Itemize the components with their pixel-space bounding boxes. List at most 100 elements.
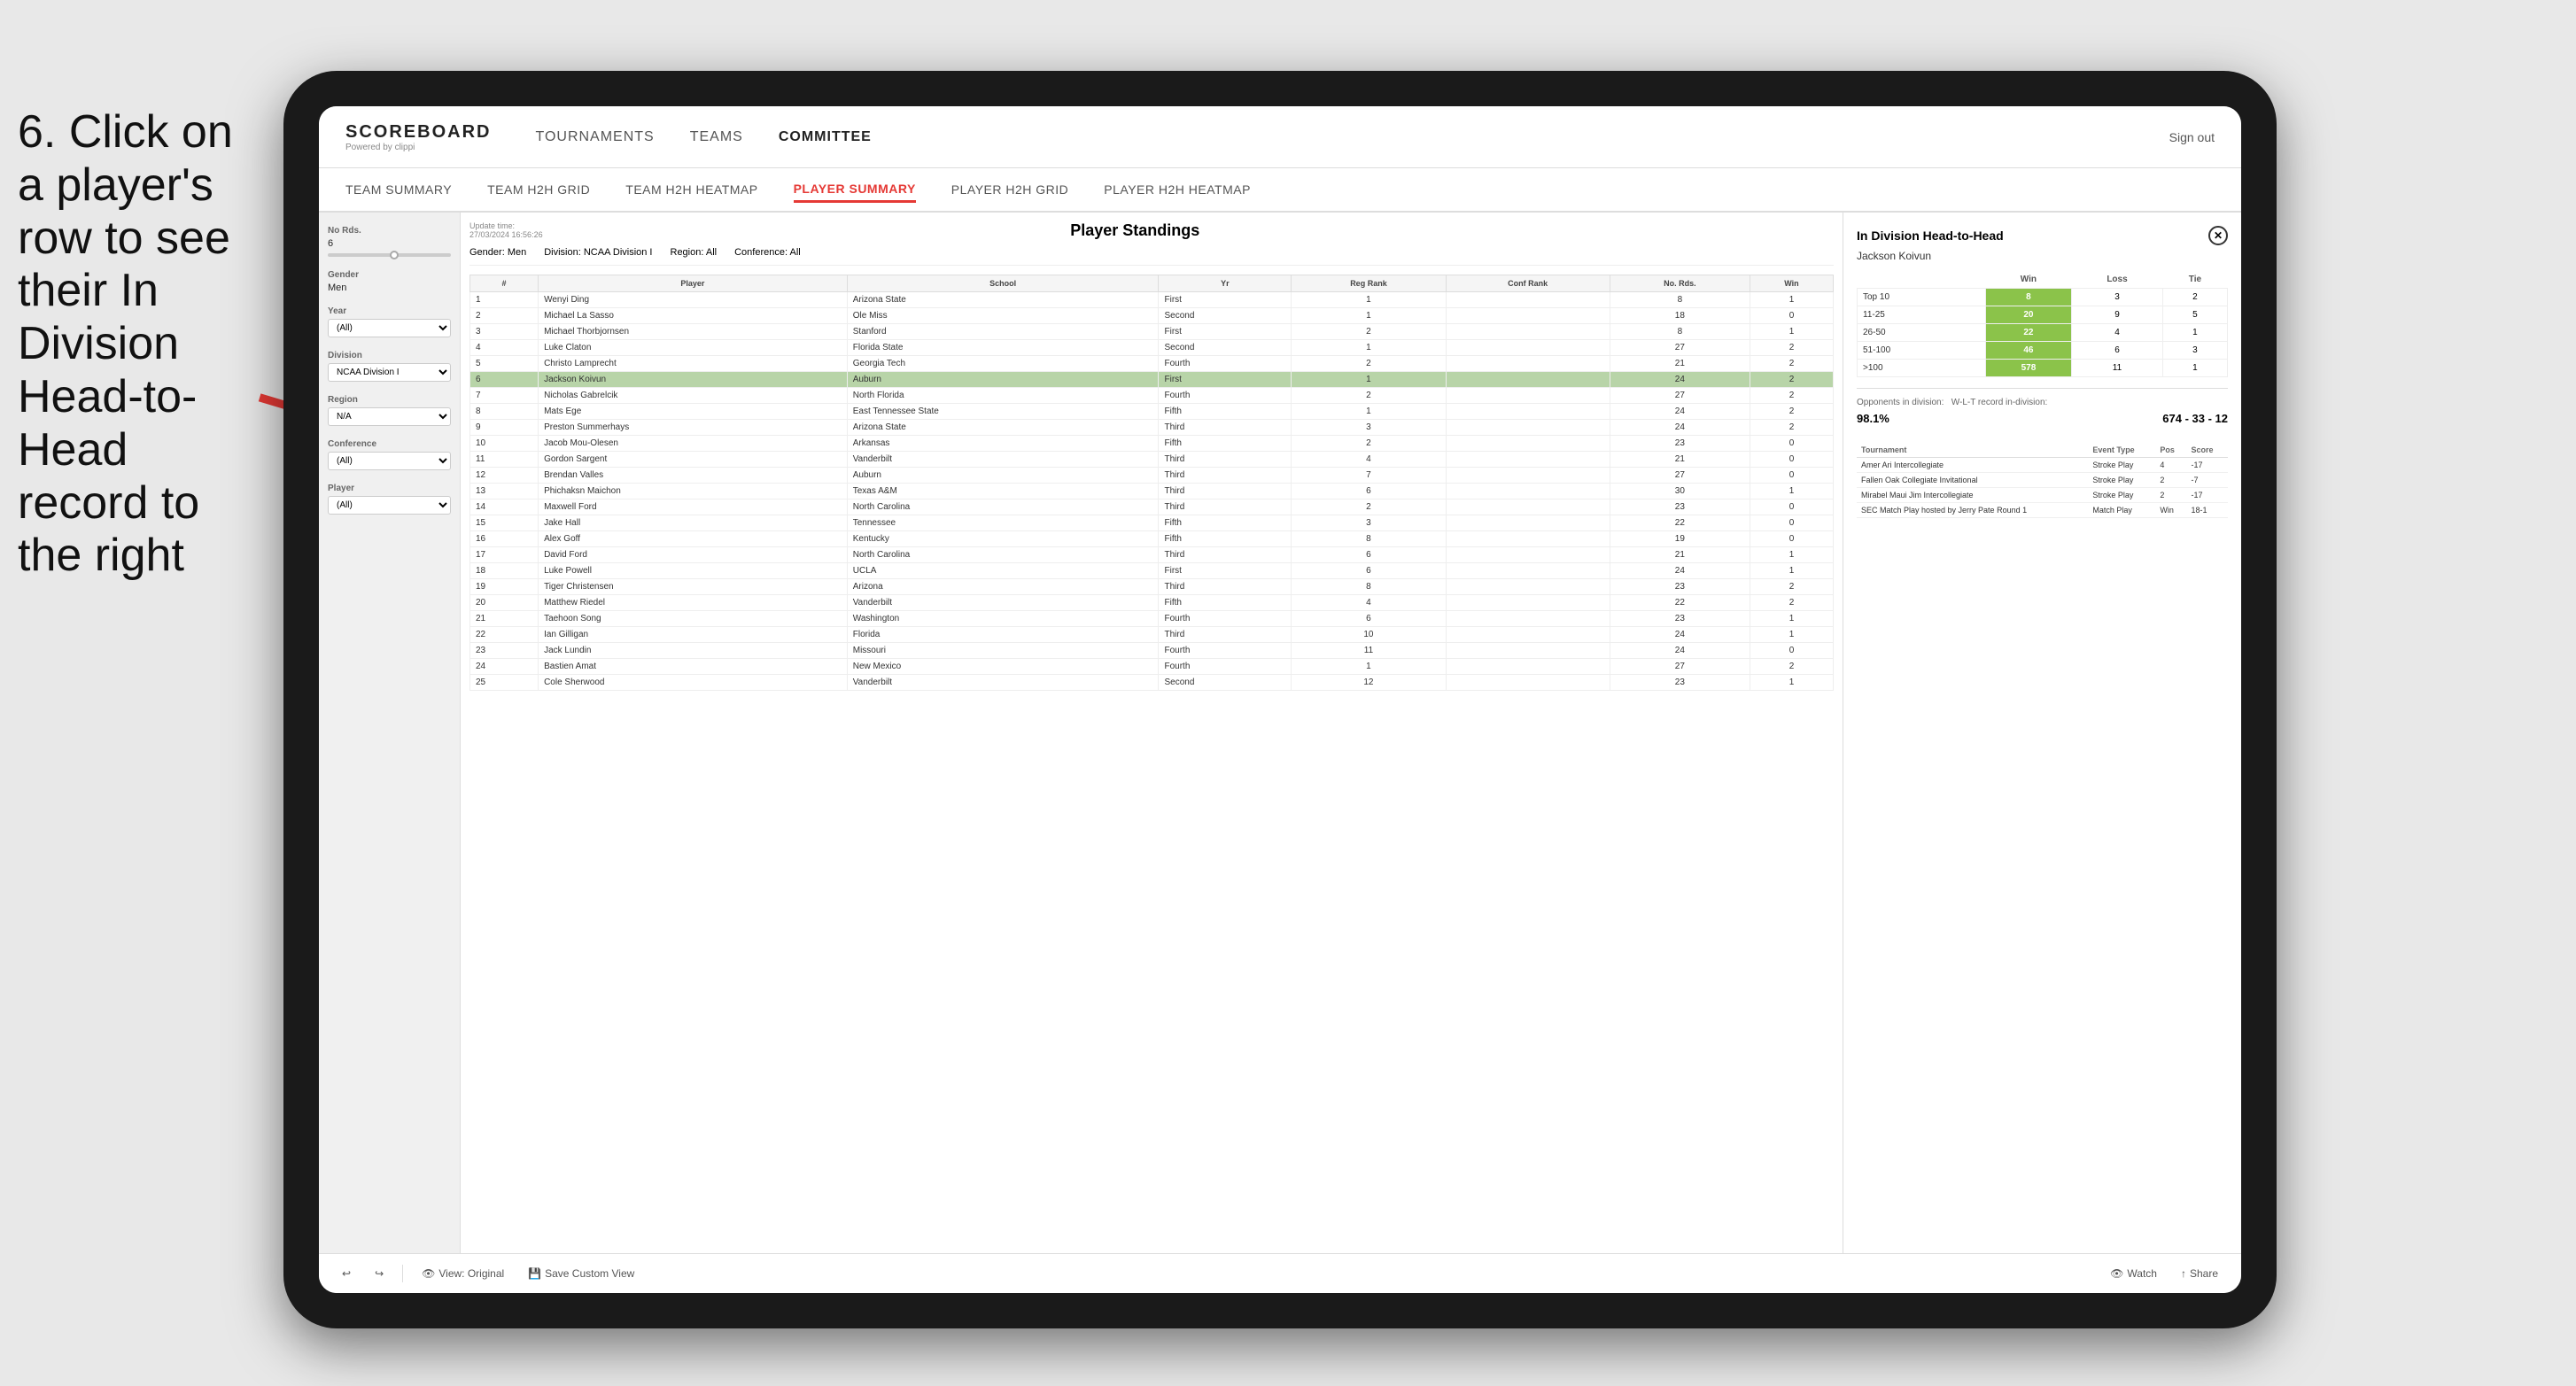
bottom-toolbar: ↩ ↪ 👁 View: Original 💾 Save Custom View … xyxy=(319,1253,2241,1293)
no-rds-label: No Rds. xyxy=(328,226,451,236)
no-rds-slider[interactable] xyxy=(328,253,451,257)
view-original-button[interactable]: 👁 View: Original xyxy=(416,1265,509,1282)
table-row[interactable]: 21 Taehoon Song Washington Fourth 6 23 1 xyxy=(470,611,1834,627)
table-row[interactable]: 19 Tiger Christensen Arizona Third 8 23 … xyxy=(470,579,1834,595)
conference-select[interactable]: (All) xyxy=(328,452,451,470)
subnav-team-summary[interactable]: TEAM SUMMARY xyxy=(345,178,452,201)
col-tournament: Tournament xyxy=(1857,443,2088,458)
standings-header: Update time: 27/03/2024 16:56:26 Player … xyxy=(469,221,1834,240)
sidebar-division: Division NCAA Division I xyxy=(328,351,451,382)
col-yr: Yr xyxy=(1159,275,1292,292)
table-row[interactable]: 11 Gordon Sargent Vanderbilt Third 4 21 … xyxy=(470,452,1834,468)
table-row[interactable]: 7 Nicholas Gabrelcik North Florida Fourt… xyxy=(470,388,1834,404)
sub-nav: TEAM SUMMARY TEAM H2H GRID TEAM H2H HEAT… xyxy=(319,168,2241,213)
subnav-team-h2h-grid[interactable]: TEAM H2H GRID xyxy=(487,178,590,201)
region-filter: Region: All xyxy=(671,247,718,258)
col-event-type: Event Type xyxy=(2088,443,2155,458)
h2h-rank-row: >100 578 11 1 xyxy=(1858,360,2228,377)
undo-button[interactable]: ↩ xyxy=(337,1265,356,1282)
region-select[interactable]: N/A xyxy=(328,407,451,426)
table-row[interactable]: 1 Wenyi Ding Arizona State First 1 8 1 xyxy=(470,292,1834,308)
save-custom-button[interactable]: 💾 Save Custom View xyxy=(523,1265,640,1282)
table-header-row: # Player School Yr Reg Rank Conf Rank No… xyxy=(470,275,1834,292)
filter-row: Gender: Men Division: NCAA Division I Re… xyxy=(469,247,1834,266)
table-row[interactable]: 16 Alex Goff Kentucky Fifth 8 19 0 xyxy=(470,531,1834,547)
instruction-text: 6. Click on a player's row to see their … xyxy=(0,89,257,600)
watch-button[interactable]: 👁 Watch xyxy=(2105,1265,2162,1282)
table-row[interactable]: 9 Preston Summerhays Arizona State Third… xyxy=(470,420,1834,436)
col-reg-rank: Reg Rank xyxy=(1292,275,1446,292)
division-filter: Division: NCAA Division I xyxy=(544,247,652,258)
h2h-player-name: Jackson Koivun xyxy=(1857,250,2228,262)
subnav-player-summary[interactable]: PLAYER SUMMARY xyxy=(794,177,916,203)
no-rds-value: 6 xyxy=(328,238,451,249)
opponents-label: Opponents in division: W-L-T record in-d… xyxy=(1857,398,2228,407)
tournaments-table: Tournament Event Type Pos Score Amer Ari… xyxy=(1857,443,2228,518)
tablet-frame: SCOREBOARD Powered by clippi TOURNAMENTS… xyxy=(283,71,2277,1328)
h2h-col-rank xyxy=(1858,271,1986,289)
gender-value: Men xyxy=(328,283,451,293)
standings-title: Player Standings xyxy=(543,221,1727,240)
tournament-row: Mirabel Maui Jim Intercollegiate Stroke … xyxy=(1857,488,2228,503)
table-row[interactable]: 17 David Ford North Carolina Third 6 21 … xyxy=(470,547,1834,563)
table-row[interactable]: 22 Ian Gilligan Florida Third 10 24 1 xyxy=(470,627,1834,643)
sidebar-year: Year (All) xyxy=(328,306,451,337)
table-row[interactable]: 24 Bastien Amat New Mexico Fourth 1 27 2 xyxy=(470,659,1834,675)
table-row[interactable]: 15 Jake Hall Tennessee Fifth 3 22 0 xyxy=(470,515,1834,531)
nav-items: TOURNAMENTS TEAMS COMMITTEE xyxy=(535,125,2169,150)
nav-committee[interactable]: COMMITTEE xyxy=(779,125,872,150)
h2h-pct: 98.1% xyxy=(1857,412,1889,425)
h2h-rank-table: Win Loss Tie Top 10 8 3 2 11-25 20 9 5 2… xyxy=(1857,271,2228,377)
table-row[interactable]: 23 Jack Lundin Missouri Fourth 11 24 0 xyxy=(470,643,1834,659)
table-row[interactable]: 8 Mats Ege East Tennessee State Fifth 1 … xyxy=(470,404,1834,420)
table-row[interactable]: 18 Luke Powell UCLA First 6 24 1 xyxy=(470,563,1834,579)
sign-out-button[interactable]: Sign out xyxy=(2169,130,2215,144)
table-row[interactable]: 3 Michael Thorbjornsen Stanford First 2 … xyxy=(470,324,1834,340)
nav-tournaments[interactable]: TOURNAMENTS xyxy=(535,125,654,150)
table-row[interactable]: 13 Phichaksn Maichon Texas A&M Third 6 3… xyxy=(470,484,1834,499)
subnav-team-h2h-heatmap[interactable]: TEAM H2H HEATMAP xyxy=(625,178,757,201)
year-label: Year xyxy=(328,306,451,316)
h2h-col-loss: Loss xyxy=(2072,271,2163,289)
tournament-row: Amer Ari Intercollegiate Stroke Play 4 -… xyxy=(1857,458,2228,473)
col-score: Score xyxy=(2187,443,2228,458)
update-time-area: Update time: 27/03/2024 16:56:26 xyxy=(469,221,543,239)
table-row[interactable]: 12 Brendan Valles Auburn Third 7 27 0 xyxy=(470,468,1834,484)
sidebar-region: Region N/A xyxy=(328,395,451,426)
division-select[interactable]: NCAA Division I xyxy=(328,363,451,382)
table-row[interactable]: 4 Luke Claton Florida State Second 1 27 … xyxy=(470,340,1834,356)
tablet-screen: SCOREBOARD Powered by clippi TOURNAMENTS… xyxy=(319,106,2241,1293)
h2h-rank-row: 11-25 20 9 5 xyxy=(1858,306,2228,324)
table-row[interactable]: 20 Matthew Riedel Vanderbilt Fifth 4 22 … xyxy=(470,595,1834,611)
table-row[interactable]: 25 Cole Sherwood Vanderbilt Second 12 23… xyxy=(470,675,1834,691)
main-content: No Rds. 6 Gender Men Year (All) xyxy=(319,213,2241,1253)
h2h-rank-row: Top 10 8 3 2 xyxy=(1858,289,2228,306)
h2h-col-tie: Tie xyxy=(2162,271,2227,289)
tournament-row: Fallen Oak Collegiate Invitational Strok… xyxy=(1857,473,2228,488)
division-label: Division xyxy=(328,351,451,360)
table-row[interactable]: 2 Michael La Sasso Ole Miss Second 1 18 … xyxy=(470,308,1834,324)
player-label: Player xyxy=(328,484,451,493)
table-row[interactable]: 6 Jackson Koivun Auburn First 1 24 2 xyxy=(470,372,1834,388)
top-nav: SCOREBOARD Powered by clippi TOURNAMENTS… xyxy=(319,106,2241,168)
table-row[interactable]: 14 Maxwell Ford North Carolina Third 2 2… xyxy=(470,499,1834,515)
center-panel: Update time: 27/03/2024 16:56:26 Player … xyxy=(461,213,1843,1253)
share-button[interactable]: ↑ Share xyxy=(2176,1265,2223,1282)
sidebar-player: Player (All) xyxy=(328,484,451,515)
tournaments-header-row: Tournament Event Type Pos Score xyxy=(1857,443,2228,458)
h2h-panel: In Division Head-to-Head ✕ Jackson Koivu… xyxy=(1843,213,2241,1253)
subnav-player-h2h-heatmap[interactable]: PLAYER H2H HEATMAP xyxy=(1104,178,1251,201)
player-select[interactable]: (All) xyxy=(328,496,451,515)
table-row[interactable]: 10 Jacob Mou-Olesen Arkansas Fifth 2 23 … xyxy=(470,436,1834,452)
subnav-player-h2h-grid[interactable]: PLAYER H2H GRID xyxy=(951,178,1069,201)
logo-title: SCOREBOARD xyxy=(345,122,491,143)
conference-label: Conference xyxy=(328,439,451,449)
h2h-title: In Division Head-to-Head xyxy=(1857,228,2004,243)
logo-area: SCOREBOARD Powered by clippi xyxy=(345,122,491,152)
redo-button[interactable]: ↪ xyxy=(369,1265,389,1282)
h2h-rank-row: 26-50 22 4 1 xyxy=(1858,324,2228,342)
h2h-close-button[interactable]: ✕ xyxy=(2208,226,2228,245)
year-select[interactable]: (All) xyxy=(328,319,451,337)
table-row[interactable]: 5 Christo Lamprecht Georgia Tech Fourth … xyxy=(470,356,1834,372)
nav-teams[interactable]: TEAMS xyxy=(690,125,743,150)
